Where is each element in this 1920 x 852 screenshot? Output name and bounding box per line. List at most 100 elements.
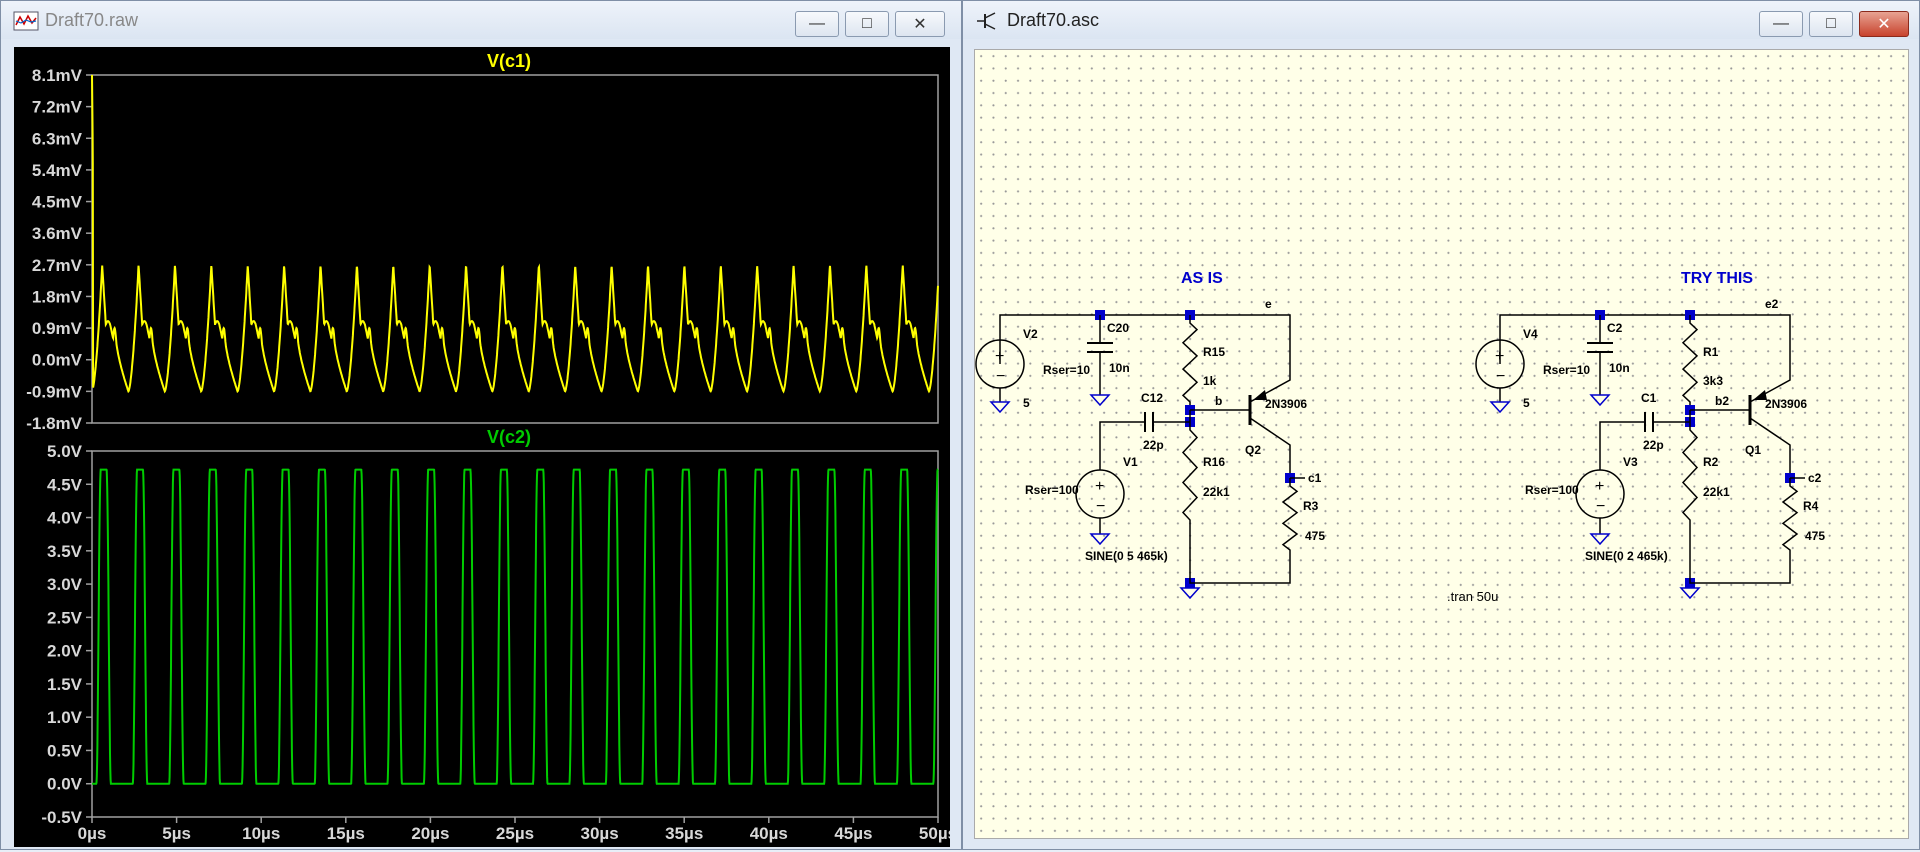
waveform-plot-area[interactable]: V(c1) 8.1mV 7.2mV 6.3mV 5.4mV 4.5mV 3.6mV 2.7m… <box>14 47 957 847</box>
pane2-ytick-label: 4.0V <box>47 509 83 528</box>
coupling-cap-value: 22p <box>1643 438 1664 452</box>
ground-icon <box>989 401 1011 414</box>
waveform-app-icon <box>13 11 39 31</box>
pane2-ytick-label: 2.0V <box>47 642 83 661</box>
net-label-c: c2 <box>1808 471 1822 485</box>
pane2-y-axis: 5.0V 4.5V 4.0V 3.5V 3.0V 2.5V 2.0V 1.5V 1.0V 0.5V… <box>41 442 92 827</box>
bias-resistor-value: 22k1 <box>1703 485 1730 499</box>
pane1-ytick-label: 0.9mV <box>32 319 83 338</box>
pane1-ytick-label: -1.8mV <box>26 414 82 433</box>
ground-icon <box>1589 533 1611 546</box>
maximize-button[interactable]: □ <box>845 11 889 37</box>
waveform-plots-svg: V(c1) 8.1mV 7.2mV 6.3mV 5.4mV 4.5mV 3.6mV 2.7m… <box>26 51 957 843</box>
transistor-model: 2N3906 <box>1265 397 1307 411</box>
pane1-ytick-label: 6.3mV <box>32 129 83 148</box>
signal-source-rser: Rser=100 <box>1025 483 1079 497</box>
pane1-y-axis: 8.1mV 7.2mV 6.3mV 5.4mV 4.5mV 3.6mV 2.7mV 1.8mV… <box>26 66 92 433</box>
schematic-svg: AS IS+−V25Rser=10C2010nR151keC1222pb+−V1… <box>975 270 1825 604</box>
pane1-trace-v-c1[interactable] <box>91 74 939 394</box>
pane2-ytick-label: -0.5V <box>41 808 82 827</box>
ground-icon <box>1589 394 1611 407</box>
waveform-titlebar[interactable]: Draft70.raw — □ ✕ <box>1 1 961 39</box>
pane2-trace-v-c2[interactable] <box>92 468 939 785</box>
minimize-button[interactable]: — <box>795 11 839 37</box>
load-resistor-name: R4 <box>1803 499 1819 513</box>
signal-source-name: V3 <box>1623 455 1638 469</box>
schematic-minimize-button[interactable]: — <box>1759 11 1803 37</box>
circuit-as-is[interactable]: AS IS + − V2 5 Rser=10 C20 10n R15 1k e C12 22p b + − V1… <box>975 270 1325 600</box>
x-tick-label: 50µs <box>919 824 950 843</box>
ground-icon <box>1179 587 1201 600</box>
minimize-icon: — <box>1773 15 1789 32</box>
supply-name: V2 <box>1023 327 1038 341</box>
close-icon: ✕ <box>1877 16 1891 33</box>
pane2-ytick-label: 2.5V <box>47 608 83 627</box>
minus-icon: − <box>1596 498 1605 515</box>
circuit-heading: AS IS <box>1181 270 1223 287</box>
top-resistor-name: R1 <box>1703 345 1719 359</box>
load-resistor-value: 475 <box>1305 529 1325 543</box>
coupling-cap-name: C1 <box>1641 391 1657 405</box>
pane1-trace-label[interactable]: V(c1) <box>487 51 531 71</box>
circuit-try-this[interactable]: TRY THIS + − V4 5 Rser=10 C2 10n R1 3k3 e2 C1 22p b2 +… <box>1475 270 1825 600</box>
pane2-ytick-label: 0.5V <box>47 741 83 760</box>
pane2-ytick-label: 1.0V <box>47 708 83 727</box>
transistor-name: Q1 <box>1745 443 1761 457</box>
net-label-c: c1 <box>1308 471 1322 485</box>
signal-source-sine: SINE(0 5 465k) <box>1085 549 1168 563</box>
load-resistor[interactable] <box>1281 478 1299 558</box>
wire <box>1749 355 1791 403</box>
maximize-icon: □ <box>1826 15 1836 32</box>
supply-rser: Rser=10 <box>1043 363 1090 377</box>
x-tick-label: 15µs <box>327 824 365 843</box>
pane1-ytick-label: -0.9mV <box>26 382 82 401</box>
schematic-close-button[interactable]: ✕ <box>1859 11 1909 37</box>
pane2-ytick-label: 4.5V <box>47 475 83 494</box>
pane1-ytick-label: 7.2mV <box>32 98 83 117</box>
x-tick-label: 45µs <box>834 824 872 843</box>
pane1-frame <box>91 74 939 424</box>
pane2-ytick-label: 3.0V <box>47 575 83 594</box>
ground-icon <box>1489 401 1511 414</box>
supply-value: 5 <box>1523 396 1530 410</box>
schematic-canvas[interactable]: AS IS + − V2 5 Rser=10 C20 10n R15 1k e C12 22p b + − V1… <box>974 49 1909 839</box>
bias-resistor-name: R2 <box>1703 455 1719 469</box>
bias-resistor-name: R16 <box>1203 455 1225 469</box>
pane1-ytick-label: 2.7mV <box>32 256 83 275</box>
close-button[interactable]: ✕ <box>895 11 945 37</box>
load-resistor[interactable] <box>1781 478 1799 558</box>
pane2-trace-label[interactable]: V(c2) <box>487 427 531 447</box>
x-tick-label: 25µs <box>496 824 534 843</box>
plus-icon: + <box>1095 478 1104 495</box>
ground-icon <box>1089 533 1111 546</box>
pane2-ytick-label: 1.5V <box>47 675 83 694</box>
bypass-cap-name: C2 <box>1607 321 1623 335</box>
net-label-b: b <box>1215 394 1222 408</box>
supply-value: 5 <box>1023 396 1030 410</box>
schematic-window: Draft70.asc — □ ✕ AS IS + − V2 5 Rser=10 C20 10… <box>962 0 1920 850</box>
x-tick-label: 10µs <box>242 824 280 843</box>
wire <box>1249 355 1291 403</box>
pane1-ytick-label: 3.6mV <box>32 224 83 243</box>
schematic-maximize-button[interactable]: □ <box>1809 11 1853 37</box>
bias-resistor[interactable] <box>1181 422 1199 528</box>
bypass-cap-value: 10n <box>1609 361 1630 375</box>
bypass-cap-value: 10n <box>1109 361 1130 375</box>
x-tick-label: 5µs <box>162 824 191 843</box>
signal-source-name: V1 <box>1123 455 1138 469</box>
top-resistor-name: R15 <box>1203 345 1225 359</box>
pane2-ytick-label: 0.0V <box>47 775 83 794</box>
minus-icon: − <box>996 368 1005 385</box>
ground-icon <box>1089 394 1111 407</box>
schematic-app-icon <box>977 12 996 30</box>
plus-icon: + <box>1595 478 1604 495</box>
wire <box>1189 528 1291 584</box>
schematic-window-title: Draft70.asc <box>1007 10 1100 30</box>
top-resistor[interactable] <box>1681 315 1699 410</box>
bias-resistor[interactable] <box>1681 422 1699 528</box>
tran-directive[interactable]: .tran 50u <box>1447 589 1498 604</box>
coupling-cap-name: C12 <box>1141 391 1163 405</box>
top-resistor[interactable] <box>1181 315 1199 410</box>
circuit-heading: TRY THIS <box>1681 270 1753 287</box>
schematic-titlebar[interactable]: Draft70.asc — □ ✕ <box>963 1 1919 39</box>
